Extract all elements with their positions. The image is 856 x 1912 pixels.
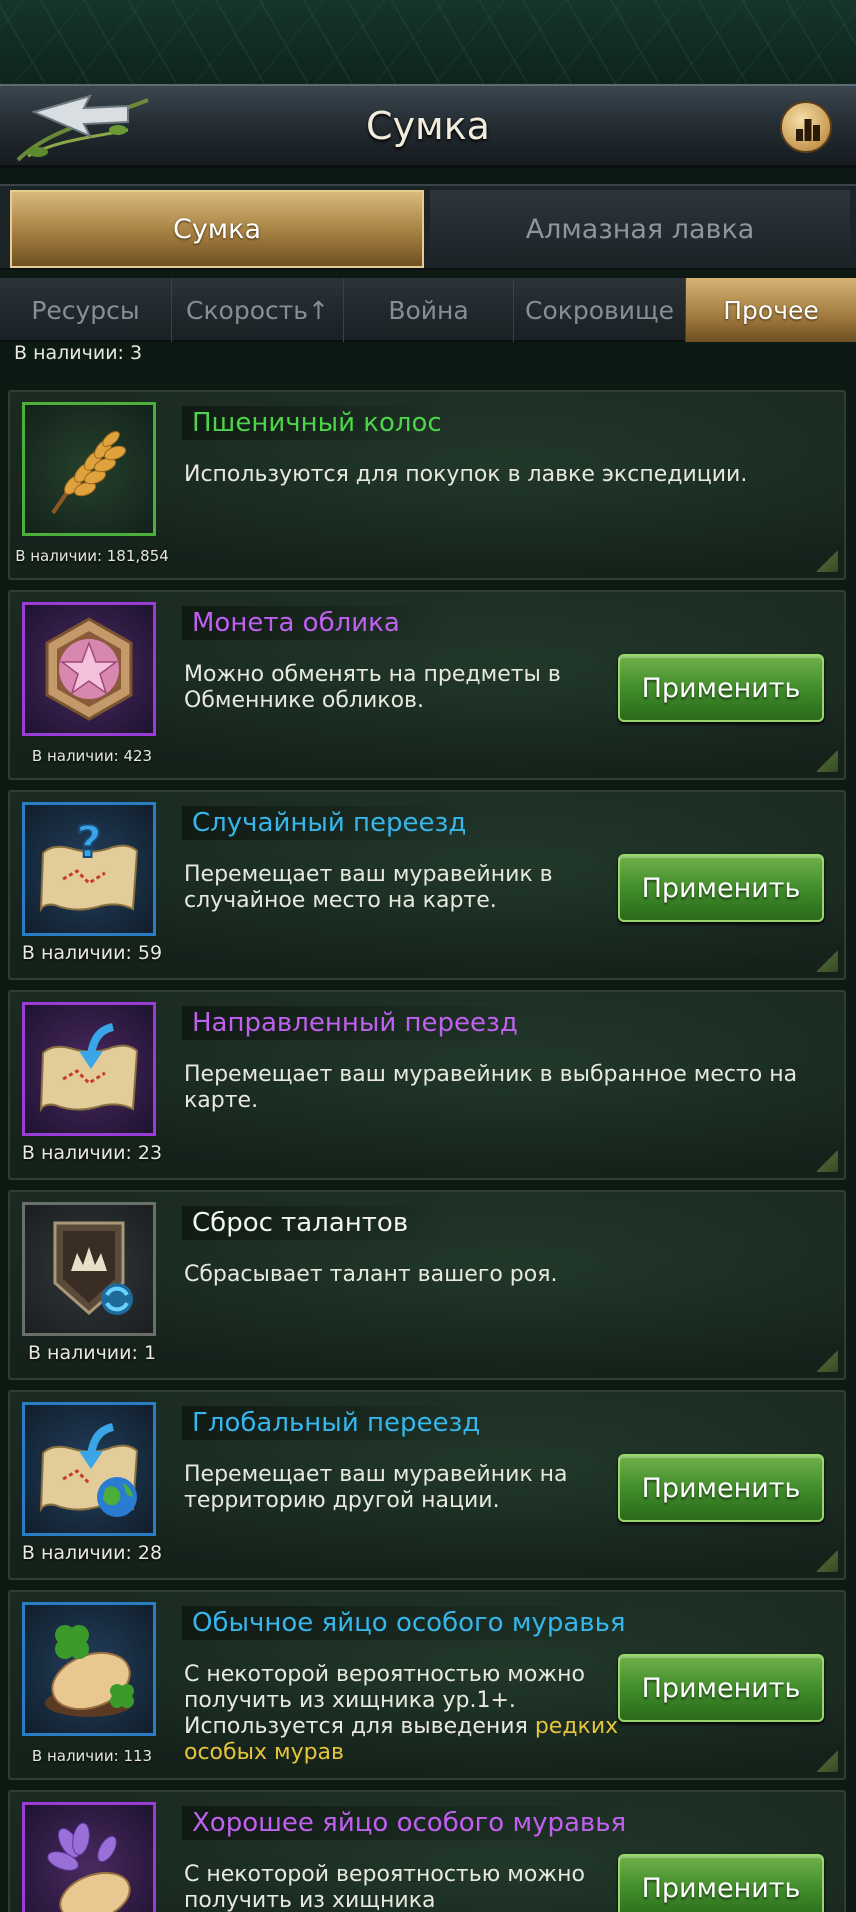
tab-diamond-shop[interactable]: Алмазная лавка xyxy=(430,190,850,268)
item-count: В наличии: 3 xyxy=(14,342,143,364)
item-name: Монета облика xyxy=(182,606,452,640)
item-icon-frame xyxy=(22,1202,156,1336)
list-item: В наличии: 181,854 Пшеничный колос Испол… xyxy=(8,390,846,580)
item-name: Пшеничный колос xyxy=(182,406,452,440)
item-description: Используются для покупок в лавке экспеди… xyxy=(184,462,748,487)
ranking-chart-icon xyxy=(796,119,820,141)
item-count: В наличии: 181,854 xyxy=(15,547,169,565)
tab-resources[interactable]: Ресурсы xyxy=(0,278,172,342)
category-tabs: Ресурсы Скорость↑ Война Сокровище Прочее xyxy=(0,278,856,342)
apply-button[interactable]: Применить xyxy=(618,854,824,922)
apply-button[interactable]: Применить xyxy=(618,1854,824,1912)
item-icon-frame xyxy=(22,1602,156,1736)
list-item: ? В наличии: 59 Случайный переезд Переме… xyxy=(8,790,846,980)
list-item: В наличии: 23 Направленный переезд Перем… xyxy=(8,990,846,1180)
clover-egg-icon xyxy=(45,1625,134,1717)
list-item: В наличии: 28 Глобальный переезд Перемещ… xyxy=(8,1390,846,1580)
page-title: Сумка xyxy=(366,104,490,148)
apply-button[interactable]: Применить xyxy=(618,654,824,722)
apply-button[interactable]: Применить xyxy=(618,1454,824,1522)
item-count: В наличии: 113 xyxy=(31,1747,153,1765)
item-description: С некоторой вероятностью можно получить … xyxy=(184,1662,624,1766)
item-name: Обычное яйцо особого муравья xyxy=(182,1606,636,1640)
item-description: С некоторой вероятностью можно получить … xyxy=(184,1862,585,1912)
wheat-icon xyxy=(51,431,127,515)
apply-button[interactable]: Применить xyxy=(618,1654,824,1722)
tab-speedups[interactable]: Скорость↑ xyxy=(172,278,344,342)
random-relocation-map-icon: ? xyxy=(39,816,139,913)
item-name: Хорошее яйцо особого муравья xyxy=(182,1806,637,1840)
ranking-button[interactable] xyxy=(780,101,832,153)
list-item: В наличии: 423 Монета облика Можно обмен… xyxy=(8,590,846,780)
item-icon-frame xyxy=(22,602,156,736)
item-count: В наличии: 1 xyxy=(27,1342,157,1364)
main-tabs: Сумка Алмазная лавка xyxy=(0,184,856,270)
list-item: В наличии: 113 Обычное яйцо особого мура… xyxy=(8,1590,846,1780)
item-icon-frame xyxy=(22,1002,156,1136)
item-icon-frame xyxy=(22,1802,156,1912)
item-list[interactable]: В наличии: 3 В наличии: 181,854 Пшеничны… xyxy=(0,342,856,1912)
item-name: Глобальный переезд xyxy=(182,1406,491,1440)
item-description: Перемещает ваш муравейник на территорию … xyxy=(184,1462,568,1513)
item-description-text: С некоторой вероятностью можно получить … xyxy=(184,1662,585,1739)
item-icon-frame xyxy=(22,1402,156,1536)
item-icon-frame xyxy=(22,402,156,536)
tab-other[interactable]: Прочее xyxy=(686,278,856,342)
item-name: Направленный переезд xyxy=(182,1006,528,1040)
svg-text:?: ? xyxy=(76,817,102,868)
item-description: Перемещает ваш муравейник в случайное ме… xyxy=(184,862,553,913)
list-item: Хорошее яйцо особого муравья С некоторой… xyxy=(8,1790,846,1912)
tab-war[interactable]: Война xyxy=(344,278,514,342)
targeted-relocation-map-icon xyxy=(39,1023,139,1113)
talent-reset-shield-icon xyxy=(53,1221,133,1316)
tab-treasure[interactable]: Сокровище xyxy=(514,278,686,342)
tab-bag[interactable]: Сумка xyxy=(10,190,424,268)
item-description: Сбрасывает талант вашего роя. xyxy=(184,1262,558,1287)
top-background xyxy=(0,0,856,84)
item-count: В наличии: 28 xyxy=(21,1542,163,1564)
item-count: В наличии: 423 xyxy=(31,747,153,765)
header-bar: Сумка xyxy=(0,84,856,168)
item-description: Перемещает ваш муравейник в выбранное ме… xyxy=(184,1062,798,1113)
item-icon-frame: ? xyxy=(22,802,156,936)
item-count: В наличии: 59 xyxy=(21,942,163,964)
skin-coin-icon xyxy=(45,617,133,721)
item-count: В наличии: 23 xyxy=(21,1142,163,1164)
item-name: Случайный переезд xyxy=(182,806,477,840)
item-name: Сброс талантов xyxy=(182,1206,452,1240)
item-description: Можно обменять на предметы в Обменнике о… xyxy=(184,662,561,713)
list-item: В наличии: 1 Сброс талантов Сбрасывает т… xyxy=(8,1190,846,1380)
global-relocation-map-icon xyxy=(39,1423,139,1517)
flower-egg-icon xyxy=(47,1822,131,1912)
